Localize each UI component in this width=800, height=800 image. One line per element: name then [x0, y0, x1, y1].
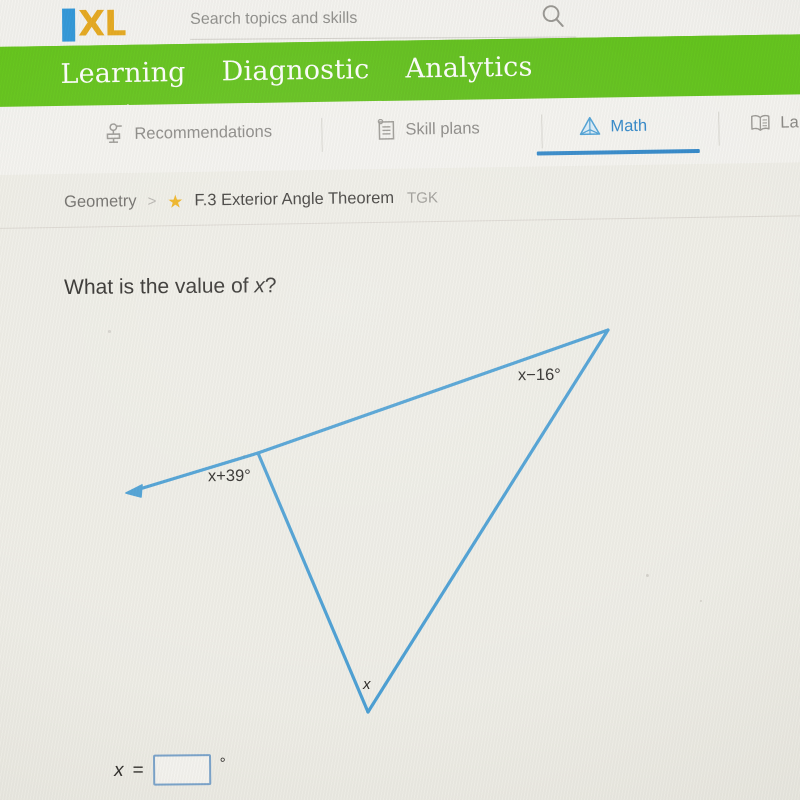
angle-label-top-right: x−16°	[517, 365, 561, 385]
dust-speck	[243, 455, 245, 457]
triangle-figure	[125, 328, 610, 714]
dust-speck	[108, 330, 111, 333]
triangle-side-left	[256, 451, 370, 714]
answer-variable-label: x	[114, 759, 124, 781]
dust-speck	[646, 574, 649, 577]
breadcrumb-subject[interactable]: Geometry	[64, 192, 137, 212]
question-suffix: ?	[264, 274, 277, 298]
triangle-side-top	[256, 328, 610, 455]
breadcrumb-separator: >	[147, 192, 157, 210]
answer-input[interactable]	[152, 754, 211, 786]
angle-label-bottom: x	[363, 676, 371, 693]
question-prompt: What is the value of x?	[64, 274, 277, 300]
dust-speck	[700, 600, 702, 602]
screen-photo: XL Learning Diagnostic Analytics	[0, 0, 800, 800]
answer-row: x = °	[114, 754, 226, 786]
angle-label-left: x+39°	[207, 466, 251, 486]
answer-equals-sign: =	[132, 759, 144, 781]
star-icon[interactable]: ★	[167, 191, 183, 211]
degree-symbol: °	[219, 755, 226, 773]
question-variable: x	[254, 274, 265, 298]
triangle-side-right	[366, 328, 610, 714]
question-prefix: What is the value of	[64, 274, 255, 299]
angle-label-bottom-text: x	[363, 676, 371, 693]
breadcrumb-skill-title: F.3 Exterior Angle Theorem	[194, 188, 395, 210]
breadcrumb-skill-code: TGK	[406, 189, 439, 207]
ray-arrowhead	[125, 484, 143, 498]
